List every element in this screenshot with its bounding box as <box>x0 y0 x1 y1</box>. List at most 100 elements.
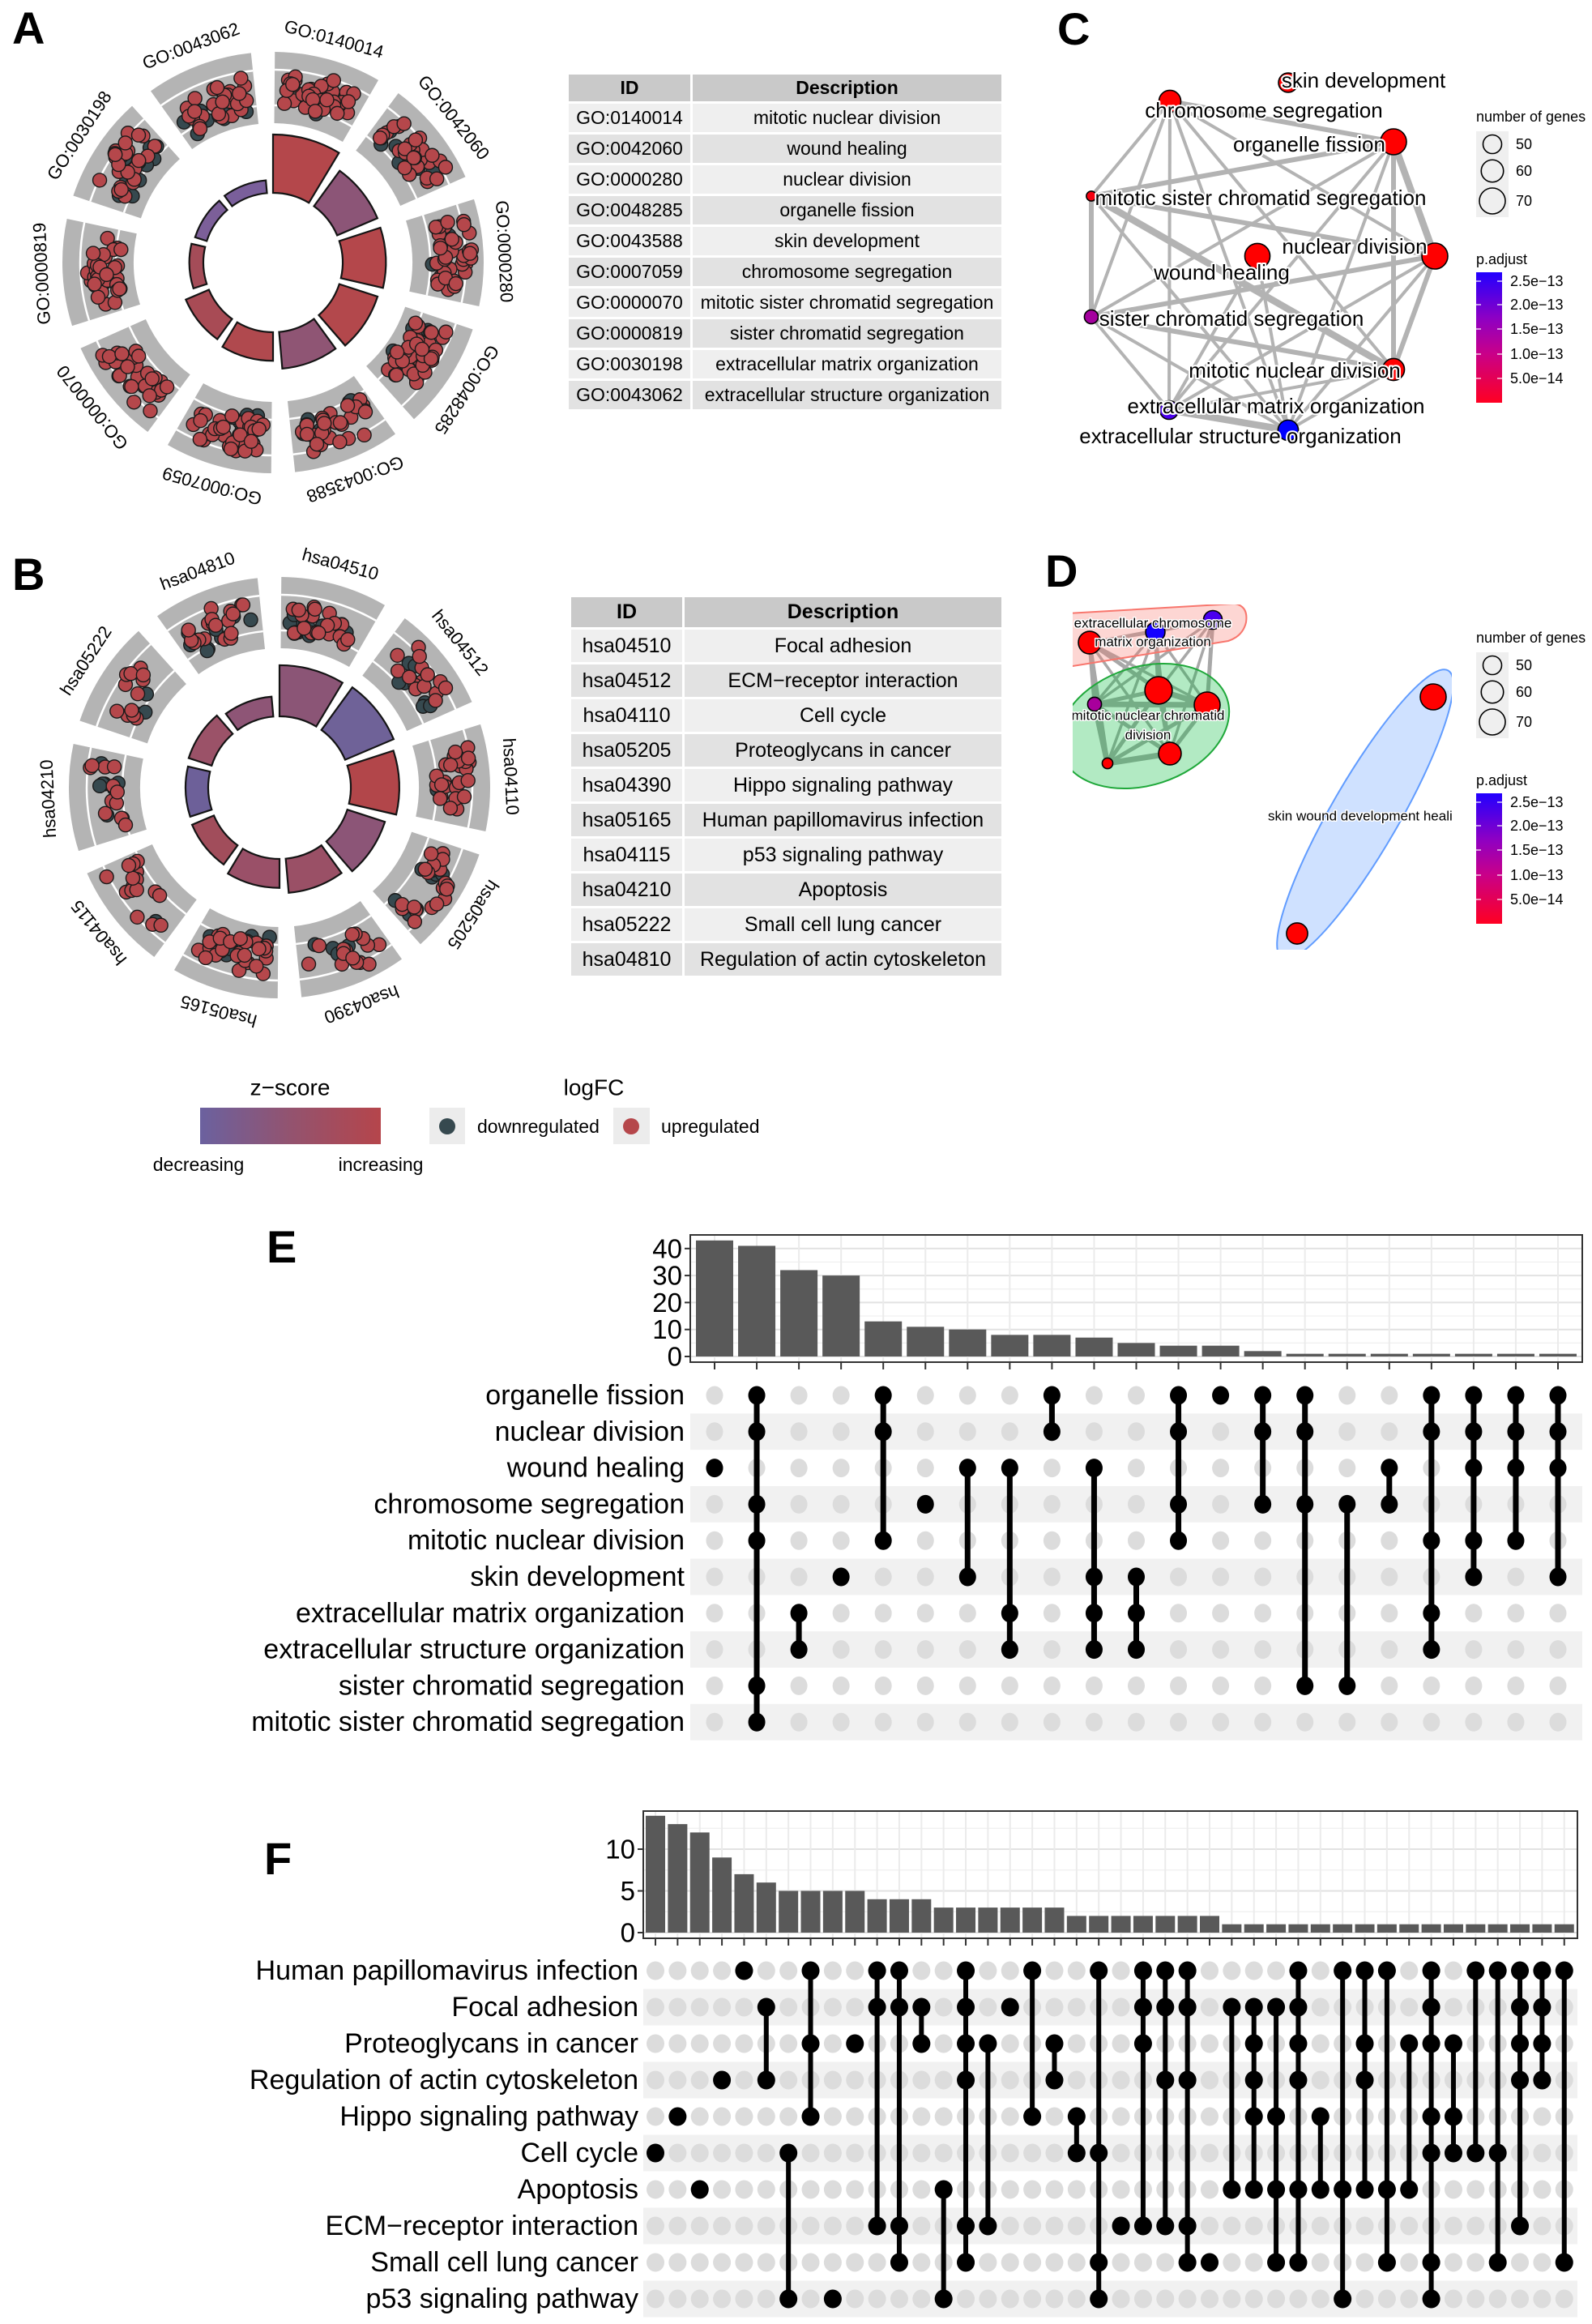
matrix-dot-filled <box>890 2253 908 2272</box>
cluster-label: division <box>1125 728 1172 743</box>
matrix-dot-empty <box>1400 2289 1419 2309</box>
matrix-dot-empty <box>706 1604 723 1623</box>
matrix-dot-filled <box>916 1494 934 1514</box>
gene-dot-upregulated <box>215 94 230 109</box>
matrix-dot-empty <box>1381 1640 1398 1660</box>
table-cell-description: wound healing <box>693 135 1001 163</box>
clustered-network-d: extracellular chromosome matrix organizat… <box>1072 604 1452 950</box>
colorbar-tick-label: 2.5e−13 <box>1510 273 1564 289</box>
table-cell-description: ECM−receptor interaction <box>685 664 1001 697</box>
matrix-dot-filled <box>713 2070 732 2090</box>
set-label: Proteoglycans in cancer <box>344 2028 638 2059</box>
table-cell-id: hsa04512 <box>571 664 682 697</box>
matrix-dot-filled <box>1422 1997 1440 2017</box>
p-adjust-colorbar <box>1476 793 1502 924</box>
matrix-dot-filled <box>1178 1961 1197 1980</box>
matrix-dot-filled <box>1156 1997 1175 2017</box>
matrix-dot-filled <box>690 2180 709 2199</box>
gene-dot-upregulated <box>345 951 361 966</box>
matrix-dot-empty <box>1043 1604 1061 1623</box>
matrix-dot-filled <box>779 2289 798 2309</box>
matrix-dot-filled <box>1043 1386 1061 1405</box>
matrix-dot-empty <box>874 1712 892 1732</box>
matrix-dot-empty <box>757 1961 775 1980</box>
gene-dot-upregulated <box>243 434 259 449</box>
matrix-dot-empty <box>757 2143 775 2163</box>
gene-dot-upregulated <box>311 938 327 954</box>
gene-dot-upregulated <box>438 324 454 340</box>
matrix-dot-filled <box>735 1961 753 1980</box>
matrix-dot-empty <box>1507 1712 1525 1732</box>
network-node-label: skin development <box>1282 68 1446 92</box>
matrix-dot-filled <box>647 2143 664 2163</box>
zscore-bar <box>338 226 387 289</box>
matrix-dot-empty <box>647 2253 664 2272</box>
matrix-dot-empty <box>1444 1997 1462 2017</box>
matrix-dot-empty <box>934 2034 953 2053</box>
matrix-dot-empty <box>1201 2034 1219 2053</box>
matrix-dot-empty <box>1085 1712 1103 1732</box>
table-cell-description: Cell cycle <box>685 699 1001 732</box>
intersection-size-bar <box>1412 1353 1450 1356</box>
matrix-dot-empty <box>1311 1961 1330 1980</box>
matrix-dot-filled <box>957 2253 975 2272</box>
zscore-low-label: decreasing <box>153 1154 245 1175</box>
gene-dot-upregulated <box>319 92 335 108</box>
matrix-dot-empty <box>1045 2180 1064 2199</box>
matrix-dot-empty <box>1201 2289 1219 2309</box>
cluster-label: mitotic nuclear chromatid <box>1072 708 1225 724</box>
gene-dot-upregulated <box>232 86 247 101</box>
matrix-dot-empty <box>1466 2216 1485 2236</box>
matrix-dot-filled <box>1178 2070 1197 2090</box>
matrix-dot-empty <box>1067 2180 1086 2199</box>
matrix-dot-empty <box>832 1712 850 1732</box>
matrix-dot-empty <box>1112 1961 1130 1980</box>
matrix-dot-empty <box>1156 2253 1175 2272</box>
table-cell-description: p53 signaling pathway <box>685 839 1001 871</box>
gene-dot-upregulated <box>462 246 478 261</box>
matrix-dot-filled <box>1128 1567 1145 1587</box>
matrix-dot-empty <box>647 2070 664 2090</box>
gene-dot-upregulated <box>113 241 129 258</box>
matrix-dot-empty <box>735 2070 753 2090</box>
matrix-dot-empty <box>1045 1961 1064 1980</box>
matrix-dot-filled <box>1334 1961 1352 1980</box>
matrix-dot-empty <box>1254 1567 1272 1587</box>
intersection-size-bar <box>1159 1345 1197 1356</box>
table-cell-description: extracellular matrix organization <box>693 350 1001 378</box>
matrix-dot-empty <box>958 1712 976 1732</box>
gene-dot-upregulated <box>224 626 239 641</box>
matrix-dot-filled <box>1128 1604 1145 1623</box>
set-label: organelle fission <box>485 1380 685 1411</box>
matrix-dot-filled <box>1223 2180 1241 2199</box>
matrix-dot-empty <box>1381 1422 1398 1442</box>
matrix-dot-empty <box>735 2143 753 2163</box>
colorbar-tick-label: 5.0e−14 <box>1510 370 1564 387</box>
matrix-dot-filled <box>1133 2034 1152 2053</box>
matrix-dot-empty <box>958 1386 976 1405</box>
matrix-dot-empty <box>690 2070 709 2090</box>
matrix-dot-filled <box>934 2180 953 2199</box>
matrix-dot-empty <box>1223 2253 1241 2272</box>
matrix-dot-empty <box>846 2107 864 2126</box>
matrix-dot-empty <box>832 1494 850 1514</box>
matrix-dot-empty <box>1023 2180 1042 2199</box>
intersection-size-bar <box>668 1824 688 1933</box>
matrix-dot-empty <box>1381 1712 1398 1732</box>
matrix-dot-empty <box>1444 2253 1462 2272</box>
matrix-dot-empty <box>713 2216 732 2236</box>
matrix-dot-empty <box>1067 1961 1086 1980</box>
gene-dot-upregulated <box>101 348 117 365</box>
gene-dot-upregulated <box>291 602 307 618</box>
matrix-dot-filled <box>1555 1961 1573 1980</box>
zscore-bar <box>194 199 229 242</box>
matrix-dot-filled <box>1400 2034 1419 2053</box>
matrix-dot-empty <box>846 2253 864 2272</box>
intersection-size-bar <box>1044 1907 1065 1933</box>
matrix-dot-empty <box>1001 2180 1019 2199</box>
term-id-label: GO:0000819 <box>29 222 54 325</box>
intersection-size-bar <box>822 1890 843 1933</box>
gene-dot-upregulated <box>423 846 439 861</box>
matrix-dot-filled <box>1444 2107 1462 2126</box>
intersection-size-bar <box>1399 1924 1419 1933</box>
